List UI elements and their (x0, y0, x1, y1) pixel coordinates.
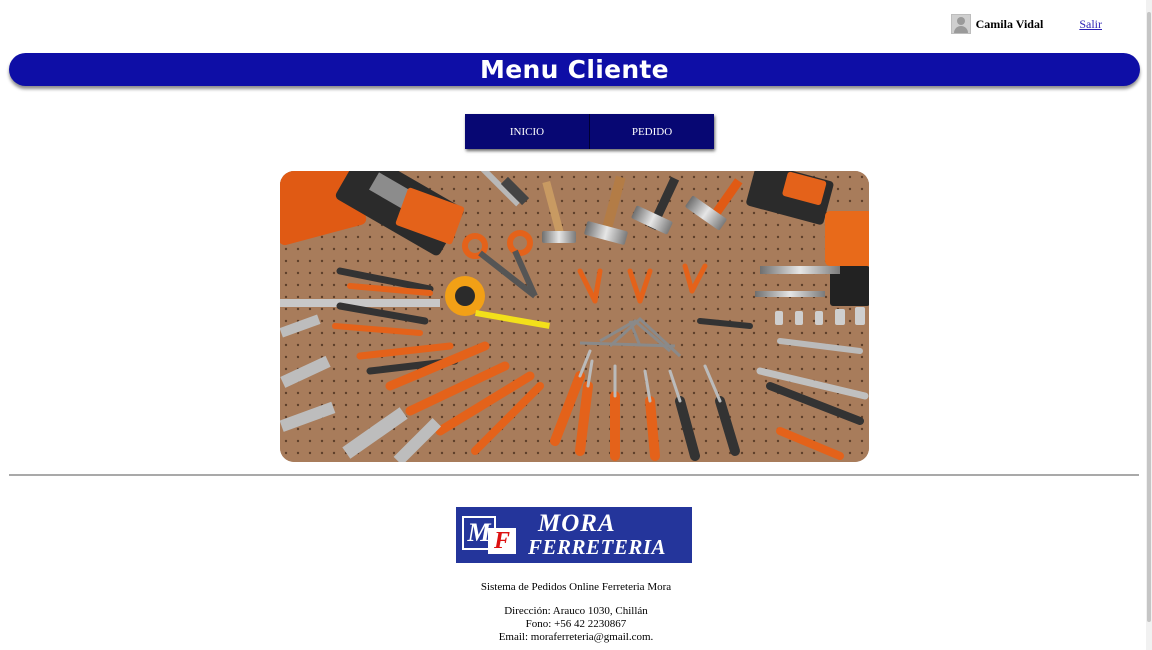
contact-info: Dirección: Arauco 1030, Chillán Fono: +5… (0, 605, 1152, 644)
section-divider (9, 474, 1139, 476)
mora-ferreteria-logo: M F MORA FERRETERIA (456, 507, 692, 563)
logout-link[interactable]: Salir (1079, 17, 1102, 32)
mf-logo-icon: M F (460, 513, 524, 557)
main-nav: INICIO PEDIDO (465, 114, 714, 149)
system-name: Sistema de Pedidos Online Ferreteria Mor… (480, 581, 672, 593)
scrollbar-thumb[interactable] (1147, 12, 1151, 622)
address-text: Dirección: Arauco 1030, Chillán (504, 605, 648, 617)
nav-inicio-button[interactable]: INICIO (465, 114, 589, 149)
user-bar: Camila Vidal Salir (950, 14, 1102, 34)
page-scrollbar[interactable] (1146, 0, 1152, 650)
phone-text: Fono: +56 42 2230867 (525, 618, 627, 630)
logo-text-top: MORA (538, 510, 616, 537)
user-avatar-icon (950, 14, 971, 34)
logo-text-bottom: FERRETERIA (528, 535, 667, 559)
page-title: Menu Cliente (480, 55, 669, 84)
hero-tools-image (280, 171, 869, 462)
nav-pedido-button[interactable]: PEDIDO (589, 114, 714, 149)
header-banner: Menu Cliente (9, 53, 1140, 86)
email-text: Email: moraferreteria@gmail.com. (498, 631, 654, 643)
user-name: Camila Vidal (975, 16, 1044, 31)
